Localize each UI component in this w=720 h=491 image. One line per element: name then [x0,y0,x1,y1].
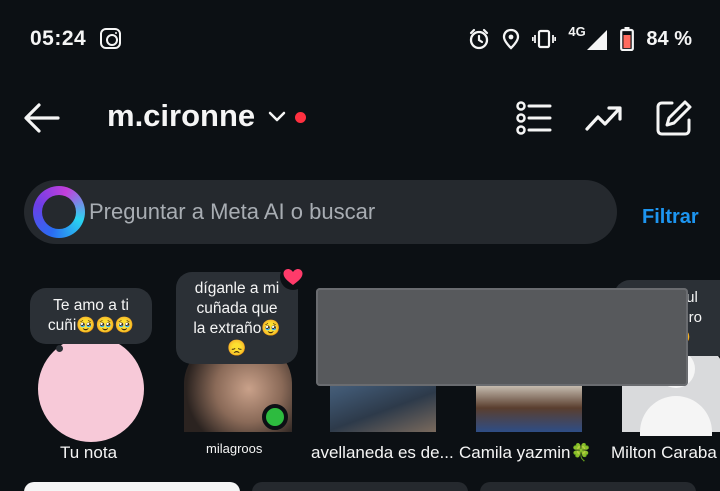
vibrate-icon [532,29,557,49]
note-name: Milton Caraba [611,443,717,462]
list-icon[interactable] [514,98,554,138]
note-bubble[interactable]: Te amo a ti cuñi🥹🥹🥹 [30,288,152,344]
battery-icon [620,27,635,51]
tab-general[interactable] [252,482,468,491]
note-name: milagroos [206,441,263,456]
online-status-badge [262,404,288,430]
notification-dot [295,112,306,123]
note-tail [56,345,63,352]
heart-icon [283,269,303,285]
note-name: Camila yazmin🍀 [459,443,592,462]
heart-badge [280,264,306,290]
search-input[interactable]: Preguntar a Meta AI o buscar [89,199,375,225]
tab-requests[interactable] [480,482,696,491]
status-time: 05:24 [30,27,87,50]
location-icon [503,28,520,50]
chevron-down-icon[interactable] [268,110,286,124]
search-bar[interactable]: Preguntar a Meta AI o buscar [24,180,617,244]
filter-button[interactable]: Filtrar [642,206,699,229]
avatar[interactable] [38,336,144,442]
instagram-icon [100,28,121,49]
note-text: díganle a mi cuñada que la extraño🥹 😞 [193,280,281,357]
battery-percentage: 84 % [646,27,692,50]
note-text: Te amo a ti cuñi🥹🥹🥹 [47,297,135,334]
status-icons: 4G 84 % [468,24,692,53]
tab-primary[interactable] [24,482,240,491]
status-bar: 05:24 4G 84 % [0,0,720,78]
signal-icon: 4G [568,24,608,51]
account-username[interactable]: m.cironne [107,98,255,134]
redacted-area [316,288,688,386]
edit-icon[interactable] [654,98,694,138]
note-name: avellaneda es de... [311,443,454,462]
note-name: Tu nota [60,443,118,462]
trending-icon[interactable] [584,98,624,138]
back-arrow-icon[interactable] [22,100,62,136]
alarm-icon [470,28,489,50]
network-type: 4G [568,24,586,39]
meta-ai-icon[interactable] [33,186,85,238]
